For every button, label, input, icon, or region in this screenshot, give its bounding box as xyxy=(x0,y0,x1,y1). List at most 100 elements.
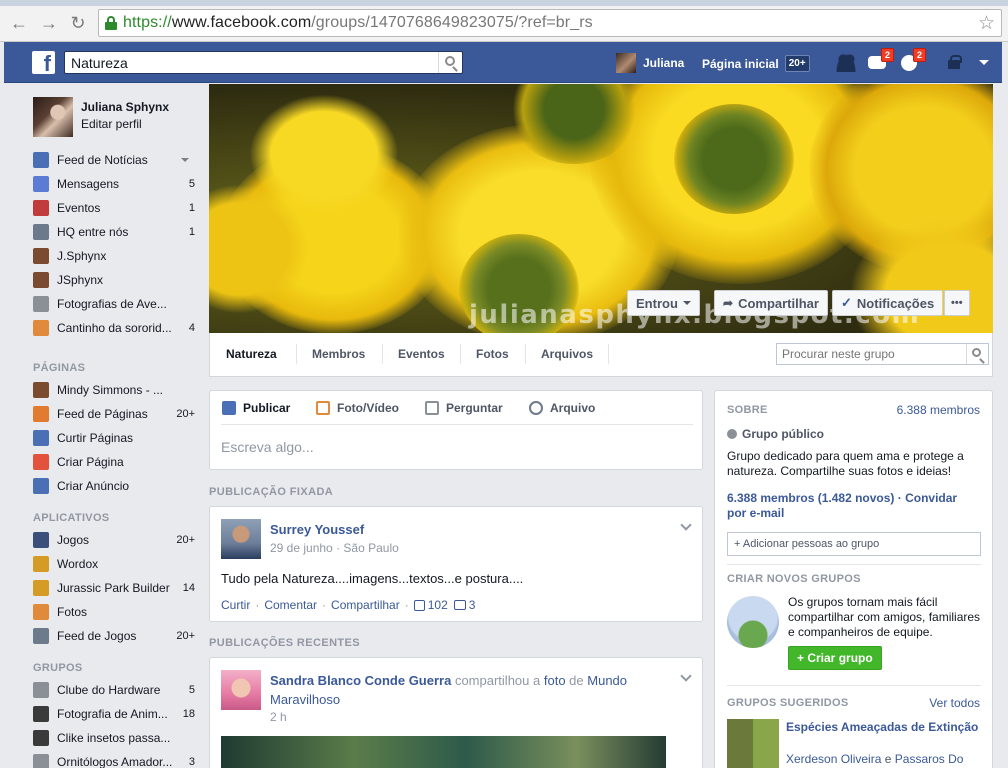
sidebar-item[interactable]: J.Sphynx xyxy=(33,245,195,267)
suggested-group-thumbnail[interactable] xyxy=(727,719,779,768)
suggested-and: e xyxy=(884,752,892,766)
sidebar-item[interactable]: Curtir Páginas xyxy=(33,427,195,449)
sidebar-item[interactable]: Eventos 1 xyxy=(33,197,195,219)
post-object-link[interactable]: foto xyxy=(544,673,566,688)
sidebar-item[interactable]: Ornitólogos Amador... 3 xyxy=(33,751,195,768)
sidebar-item[interactable]: Feed de Notícias xyxy=(33,149,195,171)
privacy-lock-icon[interactable] xyxy=(948,55,964,69)
post-time[interactable]: 2 h xyxy=(270,710,287,724)
share-link[interactable]: Compartilhar xyxy=(331,598,400,612)
avatar xyxy=(616,53,636,73)
share-label: Compartilhar xyxy=(738,295,819,311)
members-invite-link[interactable]: 6.388 membros (1.482 novos) · Convidar xyxy=(727,491,983,506)
sidebar-item-label: Feed de Páginas xyxy=(57,407,148,421)
chevron-down-icon[interactable] xyxy=(680,519,692,531)
more-options-button[interactable]: ••• xyxy=(944,290,970,316)
apps-section-header[interactable]: APLICATIVOS xyxy=(33,512,109,524)
suggested-member-link[interactable]: Xerdeson Oliveira xyxy=(786,752,881,766)
question-icon xyxy=(425,401,439,415)
sidebar-item[interactable]: Fotografia de Anim... 18 xyxy=(33,703,195,725)
comments-count[interactable]: 3 xyxy=(469,598,476,612)
likes-count[interactable]: 102 xyxy=(428,598,448,612)
group-search-field[interactable] xyxy=(782,347,962,361)
sidebar-item[interactable]: Fotografias de Ave... xyxy=(33,293,195,315)
composer-input[interactable]: Escreva algo... xyxy=(221,439,314,455)
notifications-button[interactable]: ✓ Notificações xyxy=(832,290,944,316)
sidebar-item[interactable]: Feed de Páginas 20+ xyxy=(33,403,195,425)
tab-members[interactable]: Membros xyxy=(312,347,365,361)
avatar[interactable] xyxy=(221,670,261,710)
account-menu-caret-icon[interactable] xyxy=(979,60,989,65)
address-bar[interactable]: https://www.facebook.com/groups/14707686… xyxy=(98,9,1002,37)
sidebar-item-label: Jogos xyxy=(57,533,90,547)
sidebar-item[interactable]: JSphynx xyxy=(33,269,195,291)
sidebar-item[interactable]: Feed de Jogos 20+ xyxy=(33,625,195,647)
groups-section-header[interactable]: GRUPOS xyxy=(33,662,82,674)
comment-link[interactable]: Comentar xyxy=(264,598,317,612)
sidebar-item[interactable]: Clike insetos passa... xyxy=(33,727,195,749)
sidebar-item-label: Criar Página xyxy=(57,455,124,469)
members-count-link[interactable]: 6.388 membros xyxy=(897,403,980,417)
shared-photo[interactable] xyxy=(221,736,666,768)
create-group-button[interactable]: + Criar grupo xyxy=(788,646,882,670)
chevron-down-icon[interactable] xyxy=(181,158,189,162)
sidebar-item[interactable]: Jogos 20+ xyxy=(33,529,195,551)
friend-requests-icon[interactable] xyxy=(834,52,858,74)
bookmark-star-icon[interactable]: ☆ xyxy=(978,12,995,35)
composer-tab-post[interactable]: Publicar xyxy=(222,401,290,415)
reload-icon[interactable]: ↻ xyxy=(67,12,89,34)
see-all-link[interactable]: Ver todos xyxy=(929,696,980,710)
profile-name[interactable]: Juliana Sphynx xyxy=(81,100,169,114)
post-date[interactable]: 29 de junho xyxy=(270,541,333,555)
tab-events[interactable]: Eventos xyxy=(398,347,445,361)
add-people-input[interactable]: + Adicionar pessoas ao grupo xyxy=(727,532,981,556)
sidebar-item-label: Clube do Hardware xyxy=(57,683,161,697)
sidebar-item[interactable]: Mensagens 5 xyxy=(33,173,195,195)
nav-home-link[interactable]: Página inicial 20+ xyxy=(702,55,810,72)
pages-section-header[interactable]: PÁGINAS xyxy=(33,362,85,374)
invite-email-link[interactable]: por e-mail xyxy=(727,506,784,521)
sidebar-item[interactable]: Clube do Hardware 5 xyxy=(33,679,195,701)
tab-natureza[interactable]: Natureza xyxy=(226,347,277,361)
composer-tab-file[interactable]: Arquivo xyxy=(529,401,595,415)
edit-profile-link[interactable]: Editar perfil xyxy=(81,117,142,131)
sidebar-item[interactable]: Criar Página xyxy=(33,451,195,473)
tab-photos[interactable]: Fotos xyxy=(476,347,509,361)
composer-tab-photo[interactable]: Foto/Vídeo xyxy=(316,401,399,415)
avatar[interactable] xyxy=(221,519,261,559)
back-arrow-icon[interactable]: ← xyxy=(8,12,30,34)
tab-files[interactable]: Arquivos xyxy=(541,347,593,361)
facebook-logo-icon[interactable]: f xyxy=(32,51,55,74)
search-input[interactable]: Natureza xyxy=(64,51,463,74)
composer-tab-ask[interactable]: Perguntar xyxy=(425,401,503,415)
post-place[interactable]: São Paulo xyxy=(343,541,398,555)
sidebar-item[interactable]: Mindy Simmons - ... xyxy=(33,379,195,401)
messages-jewel[interactable]: 2 xyxy=(866,48,894,74)
forward-arrow-icon[interactable]: → xyxy=(38,12,60,34)
post-author[interactable]: Surrey Youssef xyxy=(270,522,364,537)
like-link[interactable]: Curtir xyxy=(221,598,250,612)
chevron-down-icon[interactable] xyxy=(680,670,692,682)
nav-profile-link[interactable]: Juliana xyxy=(616,52,684,74)
notifications-jewel[interactable]: 2 xyxy=(898,48,926,74)
sidebar-item-label: Eventos xyxy=(57,201,101,215)
group-search-input[interactable] xyxy=(776,343,989,365)
sidebar-item[interactable]: Cantinho da sororid... 4 xyxy=(33,317,195,339)
sidebar-item[interactable]: Jurassic Park Builder 14 xyxy=(33,577,195,599)
photos-icon xyxy=(33,604,49,620)
sidebar-item-label: JSphynx xyxy=(57,273,104,287)
sidebar-item[interactable]: Criar Anúncio xyxy=(33,475,195,497)
post-prep: de xyxy=(569,673,584,688)
group-search-button[interactable] xyxy=(966,344,988,364)
sidebar-profile[interactable]: Juliana Sphynx Editar perfil xyxy=(33,97,203,137)
search-button[interactable] xyxy=(438,52,462,73)
sidebar-item-label: Clike insetos passa... xyxy=(57,731,171,745)
suggested-group-name[interactable]: Espécies Ameaçadas de Extinção xyxy=(786,720,982,735)
sidebar-item[interactable]: Wordox xyxy=(33,553,195,575)
joined-button[interactable]: Entrou xyxy=(627,290,700,316)
share-button[interactable]: ➦ Compartilhar xyxy=(714,290,828,316)
sidebar-item[interactable]: Fotos xyxy=(33,601,195,623)
post-author[interactable]: Sandra Blanco Conde Guerra xyxy=(270,673,451,688)
sidebar-item[interactable]: HQ entre nós 1 xyxy=(33,221,195,243)
suggested-member-link-2[interactable]: Passaros Do xyxy=(895,752,964,766)
